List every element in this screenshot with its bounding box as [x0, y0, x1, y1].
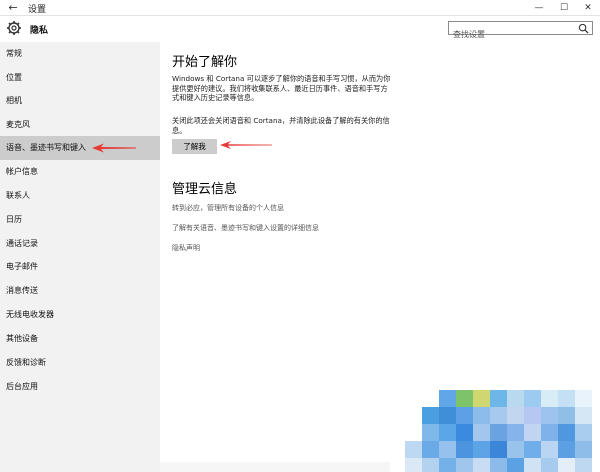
sidebar-item-location[interactable]: 位置 [0, 66, 160, 90]
sidebar-item-background-apps[interactable]: 后台应用 [0, 375, 160, 399]
sidebar-item-radios[interactable]: 无线电收发器 [0, 303, 160, 327]
close-button[interactable]: ✕ [575, 0, 600, 16]
sidebar: 常规 位置 相机 麦克风 语音、墨迹书写和键入 帐户信息 联系人 日历 通话记录… [0, 42, 160, 472]
gear-icon [7, 21, 21, 35]
get-to-know-me-button[interactable]: 了解我 [172, 139, 217, 154]
sidebar-item-general[interactable]: 常规 [0, 42, 160, 66]
learn-more-link[interactable]: 了解有关语音、墨迹书写和键入设置的详细信息 [172, 223, 319, 233]
section-title-get-to-know-you: 开始了解你 [172, 55, 238, 70]
turn-off-note: 关闭此项还会关闭语音和 Cortana，并清除此设备了解的有关你的信息。 [172, 116, 390, 135]
sidebar-item-speech-inking-typing[interactable]: 语音、墨迹书写和键入 [0, 136, 160, 160]
search-icon[interactable] [578, 23, 589, 34]
sidebar-item-account-info[interactable]: 帐户信息 [0, 160, 160, 184]
page-title: 隐私 [30, 26, 49, 36]
sidebar-item-email[interactable]: 电子邮件 [0, 255, 160, 279]
back-arrow-icon[interactable]: ← [6, 1, 20, 15]
sidebar-item-microphone[interactable]: 麦克风 [0, 113, 160, 137]
bing-manage-link[interactable]: 转到必应，管理所有设备的个人信息 [172, 203, 284, 213]
bottom-faded-strip [160, 462, 390, 472]
privacy-statement-link[interactable]: 隐私声明 [172, 243, 200, 253]
minimize-button[interactable]: — [526, 0, 552, 16]
sidebar-item-camera[interactable]: 相机 [0, 89, 160, 113]
title-bar: ← 设置 — ☐ ✕ [0, 0, 600, 16]
search-box[interactable] [448, 21, 593, 41]
window-title: 设置 [28, 5, 47, 15]
search-input[interactable] [449, 28, 573, 41]
mosaic-logo [405, 390, 600, 472]
sidebar-item-calendar[interactable]: 日历 [0, 208, 160, 232]
sidebar-item-call-history[interactable]: 通话记录 [0, 232, 160, 256]
description-paragraph: Windows 和 Cortana 可以逐步了解你的语音和手写习惯，从而为你提供… [172, 74, 391, 102]
sidebar-item-other-devices[interactable]: 其他设备 [0, 327, 160, 351]
section-title-manage-cloud-info: 管理云信息 [172, 182, 238, 197]
annotation-arrow-icon [220, 141, 272, 149]
annotation-arrow-icon [92, 143, 136, 153]
sidebar-item-contacts[interactable]: 联系人 [0, 184, 160, 208]
sidebar-item-feedback-diagnostics[interactable]: 反馈和诊断 [0, 351, 160, 375]
sidebar-item-messaging[interactable]: 消息传送 [0, 279, 160, 303]
maximize-button[interactable]: ☐ [551, 0, 577, 16]
